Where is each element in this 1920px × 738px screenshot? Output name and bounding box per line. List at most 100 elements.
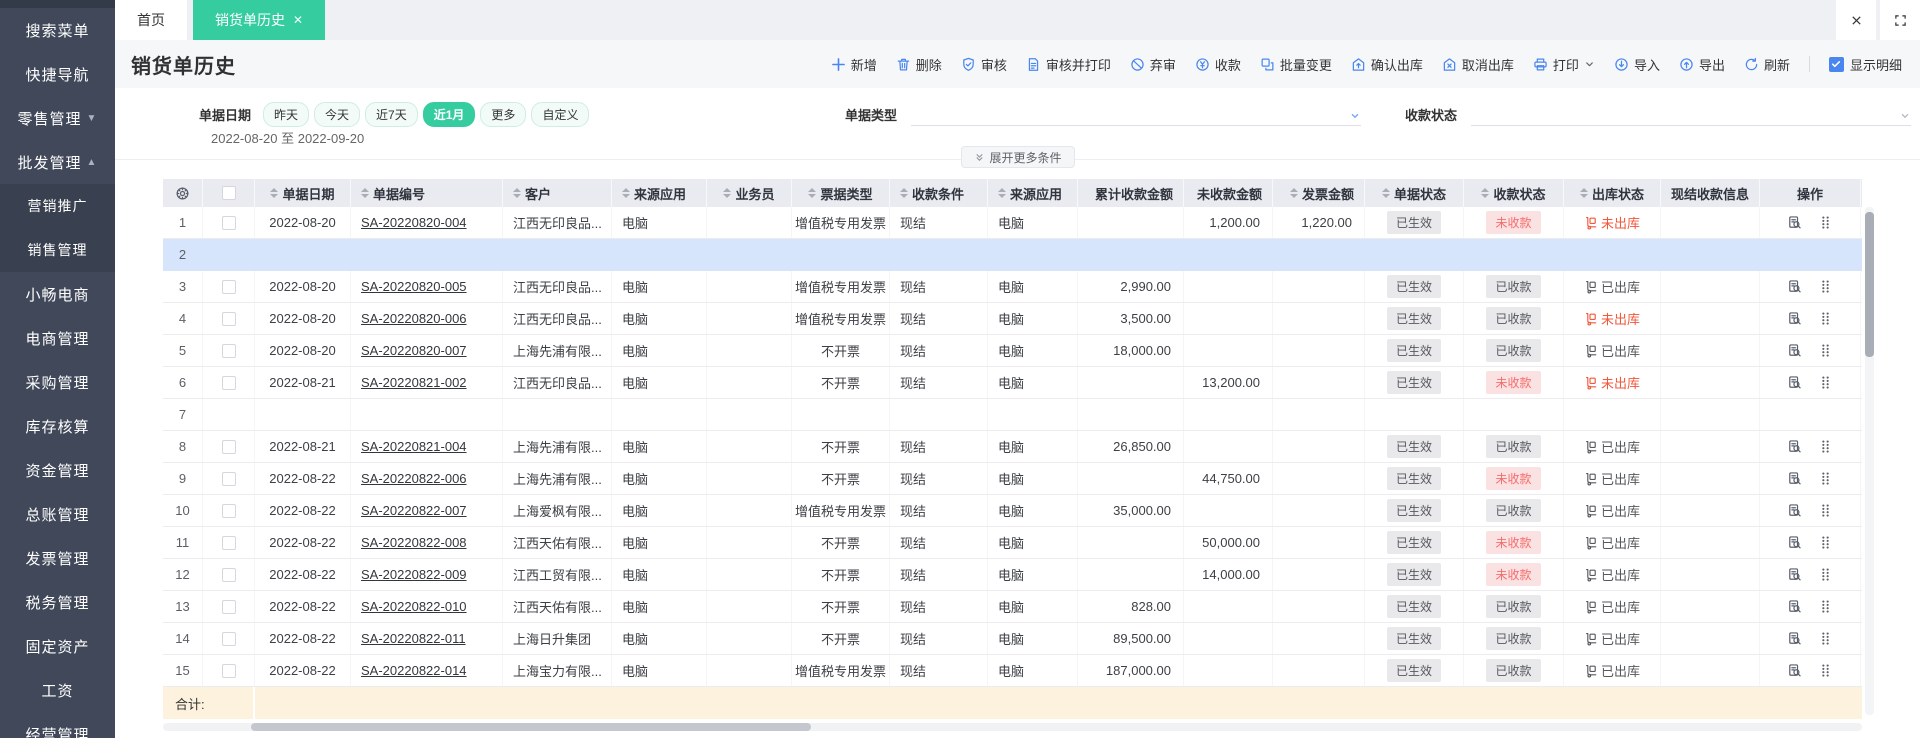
table-row[interactable]: 13 2022-08-22 SA-20220822-010 江西天佑有限... 电脑 不开… — [163, 591, 1862, 623]
table-row[interactable]: 4 2022-08-20 SA-20220820-006 江西无印良品... 电脑 增值税… — [163, 303, 1862, 335]
show-detail-toggle[interactable]: 显示明细 — [1828, 55, 1902, 74]
table-row[interactable]: 12 2022-08-22 SA-20220822-009 江西工贸有限... 电脑 不开… — [163, 559, 1862, 591]
table-row[interactable]: 10 2022-08-22 SA-20220822-007 上海爱枫有限... 电脑 增值… — [163, 495, 1862, 527]
tab-close-icon[interactable]: ✕ — [293, 13, 303, 27]
row-checkbox[interactable] — [221, 215, 236, 230]
column-header-来源应用[interactable]: 来源应用 — [612, 179, 707, 207]
grid-dots-icon[interactable] — [1818, 631, 1833, 646]
doc-search-icon[interactable] — [1787, 471, 1802, 486]
sidebar-item-工资[interactable]: 工资 — [0, 668, 115, 712]
date-pill-更多[interactable]: 更多 — [480, 102, 527, 127]
tab-sales-history[interactable]: 销货单历史 ✕ — [193, 0, 326, 40]
doc-number-link[interactable]: SA-20220822-006 — [361, 471, 467, 486]
toolbar-button-收款[interactable]: 收款 — [1195, 55, 1241, 74]
toolbar-button-打印[interactable]: 打印 — [1533, 55, 1595, 74]
table-row[interactable]: 14 2022-08-22 SA-20220822-011 上海日升集团 电脑 不开票 现结… — [163, 623, 1862, 655]
close-icon[interactable] — [1836, 0, 1876, 40]
toolbar-button-取消出库[interactable]: 取消出库 — [1442, 55, 1514, 74]
doc-number-link[interactable]: SA-20220822-014 — [361, 663, 467, 678]
row-checkbox[interactable] — [221, 503, 236, 518]
column-header-来源应用[interactable]: 来源应用 — [988, 179, 1078, 207]
sort-icon[interactable] — [1381, 188, 1390, 198]
doc-search-icon[interactable] — [1787, 631, 1802, 646]
table-row[interactable]: 7 — [163, 399, 1862, 431]
column-header-单据编号[interactable]: 单据编号 — [351, 179, 503, 207]
sort-icon[interactable] — [361, 188, 369, 198]
table-row[interactable]: 1 2022-08-20 SA-20220820-004 江西无印良品... 电脑 增值税… — [163, 207, 1862, 239]
table-row[interactable]: 9 2022-08-22 SA-20220822-006 上海先浦有限... 电脑 不开票… — [163, 463, 1862, 495]
doc-search-icon[interactable] — [1787, 599, 1802, 614]
row-checkbox[interactable] — [221, 599, 236, 614]
sidebar-item-电商管理[interactable]: 电商管理 — [0, 316, 115, 360]
table-row[interactable]: 2 — [163, 239, 1862, 271]
row-checkbox[interactable] — [221, 663, 236, 678]
expand-more-conditions[interactable]: 展开更多条件 — [960, 146, 1075, 168]
doc-search-icon[interactable] — [1787, 215, 1802, 230]
sidebar-item-库存核算[interactable]: 库存核算 — [0, 404, 115, 448]
sidebar-item-资金管理[interactable]: 资金管理 — [0, 448, 115, 492]
doc-type-select[interactable] — [911, 102, 1362, 126]
row-checkbox[interactable] — [221, 631, 236, 646]
doc-search-icon[interactable] — [1787, 503, 1802, 518]
sidebar-item-发票管理[interactable]: 发票管理 — [0, 536, 115, 580]
sidebar-item-营销推广[interactable]: 营销推广 — [0, 184, 115, 228]
row-checkbox[interactable] — [221, 535, 236, 550]
date-pill-近7天[interactable]: 近7天 — [365, 102, 418, 127]
sort-icon[interactable] — [900, 188, 908, 198]
grid-dots-icon[interactable] — [1818, 599, 1833, 614]
doc-search-icon[interactable] — [1787, 439, 1802, 454]
sort-icon[interactable] — [808, 188, 817, 198]
table-row[interactable]: 15 2022-08-22 SA-20220822-014 上海宝力有限... 电脑 增值… — [163, 655, 1862, 687]
sidebar-item-快捷导航[interactable]: 快捷导航 — [0, 52, 115, 96]
date-pill-昨天[interactable]: 昨天 — [263, 102, 310, 127]
row-checkbox[interactable] — [221, 567, 236, 582]
column-header-收款状态[interactable]: 收款状态 — [1464, 179, 1564, 207]
toolbar-button-删除[interactable]: 删除 — [896, 55, 942, 74]
gear-icon[interactable] — [175, 186, 190, 201]
grid-dots-icon[interactable] — [1818, 375, 1833, 390]
column-header-出库状态[interactable]: 出库状态 — [1564, 179, 1661, 207]
grid-dots-icon[interactable] — [1818, 343, 1833, 358]
doc-number-link[interactable]: SA-20220822-008 — [361, 535, 467, 550]
horizontal-scrollbar[interactable] — [163, 723, 1862, 731]
doc-number-link[interactable]: SA-20220822-009 — [361, 567, 467, 582]
doc-search-icon[interactable] — [1787, 279, 1802, 294]
sidebar-item-经营管理[interactable]: 经营管理 — [0, 712, 115, 738]
table-row[interactable]: 6 2022-08-21 SA-20220821-002 江西无印良品... 电脑 不开票… — [163, 367, 1862, 399]
column-header-客户[interactable]: 客户 — [503, 179, 612, 207]
table-row[interactable]: 11 2022-08-22 SA-20220822-008 江西天佑有限... 电脑 不开… — [163, 527, 1862, 559]
date-pill-近1月[interactable]: 近1月 — [422, 102, 476, 127]
sidebar-item-总账管理[interactable]: 总账管理 — [0, 492, 115, 536]
doc-number-link[interactable]: SA-20220822-007 — [361, 503, 467, 518]
sidebar-item-搜索菜单[interactable]: 搜索菜单 — [0, 8, 115, 52]
date-pill-自定义[interactable]: 自定义 — [531, 102, 590, 127]
row-checkbox[interactable] — [221, 375, 236, 390]
row-checkbox[interactable] — [221, 343, 236, 358]
checkbox-checked-icon[interactable] — [1828, 56, 1844, 72]
pay-status-select[interactable] — [1471, 102, 1912, 126]
column-header-发票金额[interactable]: 发票金额 — [1273, 179, 1365, 207]
tab-home[interactable]: 首页 — [115, 0, 187, 40]
row-checkbox[interactable] — [221, 439, 236, 454]
toolbar-button-审核[interactable]: 审核 — [961, 55, 1007, 74]
doc-search-icon[interactable] — [1787, 535, 1802, 550]
sort-icon[interactable] — [270, 188, 279, 198]
sort-icon[interactable] — [998, 188, 1006, 198]
sidebar-item-小畅电商[interactable]: 小畅电商 — [0, 272, 115, 316]
column-header-单据状态[interactable]: 单据状态 — [1365, 179, 1464, 207]
grid-dots-icon[interactable] — [1818, 535, 1833, 550]
sidebar-item-固定资产[interactable]: 固定资产 — [0, 624, 115, 668]
toolbar-button-弃审[interactable]: 弃审 — [1130, 55, 1176, 74]
sidebar-item-零售管理[interactable]: 零售管理 ▼ — [0, 96, 115, 140]
grid-dots-icon[interactable] — [1818, 663, 1833, 678]
toolbar-button-新增[interactable]: 新增 — [831, 55, 877, 74]
column-header-单据日期[interactable]: 单据日期 — [255, 179, 351, 207]
grid-dots-icon[interactable] — [1818, 567, 1833, 582]
column-header-业务员[interactable]: 业务员 — [707, 179, 792, 207]
table-row[interactable]: 3 2022-08-20 SA-20220820-005 江西无印良品... 电脑 增值税… — [163, 271, 1862, 303]
sidebar-item-批发管理[interactable]: 批发管理 ▲ — [0, 140, 115, 184]
toolbar-button-批量变更[interactable]: 批量变更 — [1260, 55, 1332, 74]
vertical-scrollbar[interactable] — [1865, 207, 1874, 715]
grid-dots-icon[interactable] — [1818, 503, 1833, 518]
sort-icon[interactable] — [1289, 188, 1298, 198]
